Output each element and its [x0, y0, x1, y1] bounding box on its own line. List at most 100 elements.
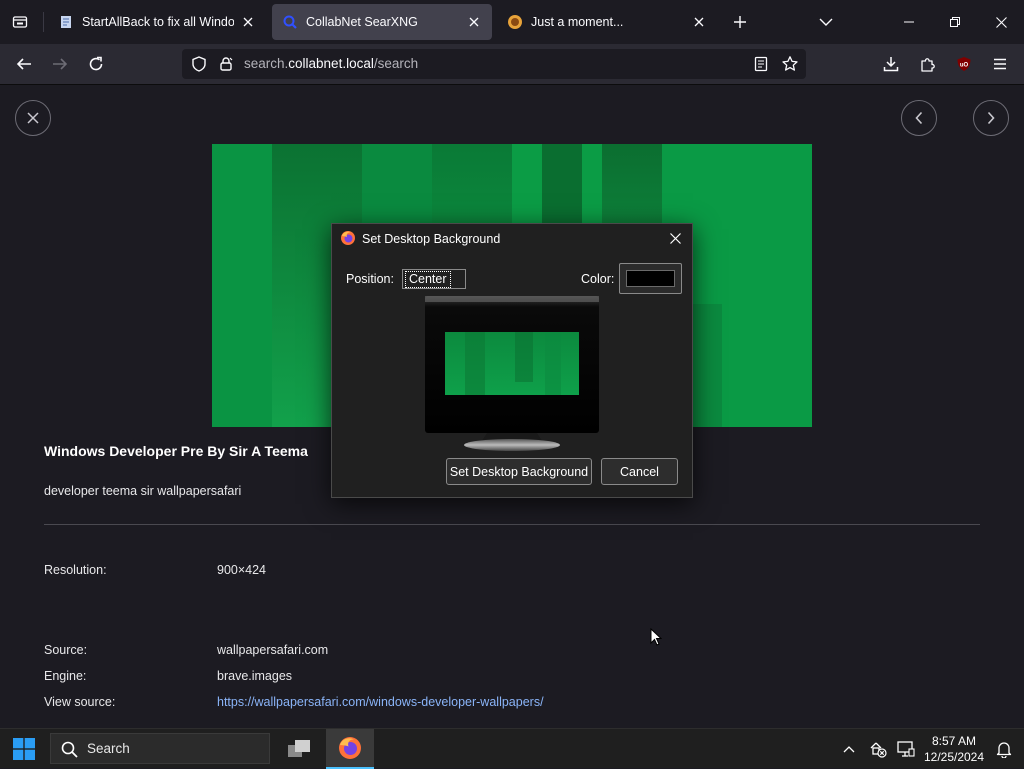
- url-path: /search: [373, 56, 419, 71]
- hamburger-menu-icon: [994, 58, 1006, 70]
- lock-icon[interactable]: [218, 56, 234, 72]
- task-view-icon: [288, 740, 310, 757]
- dialog-close-button[interactable]: [666, 229, 684, 247]
- tab-collabnet-searxng[interactable]: CollabNet SearXNG: [272, 4, 492, 40]
- restore-icon: [950, 17, 960, 27]
- chevron-down-icon: [819, 18, 833, 26]
- set-desktop-background-button[interactable]: Set Desktop Background: [446, 458, 592, 485]
- tab-title: StartAllBack to fix all Windows: [82, 15, 234, 29]
- forward-arrow-icon: [53, 58, 68, 70]
- reload-button[interactable]: [81, 50, 111, 78]
- ublock-origin-button[interactable]: uO: [949, 50, 979, 78]
- bookmark-star-icon[interactable]: [781, 55, 799, 73]
- set-desktop-background-dialog: Set Desktop Background Position: Center …: [331, 223, 693, 498]
- minimize-button[interactable]: [886, 0, 932, 44]
- close-icon: [669, 232, 681, 244]
- back-arrow-icon: [16, 58, 31, 70]
- engine-label: Engine:: [44, 669, 87, 683]
- url-text[interactable]: search.collabnet.local/search: [244, 56, 418, 71]
- document-icon: [58, 14, 74, 30]
- start-button[interactable]: [4, 729, 44, 769]
- cancel-button[interactable]: Cancel: [601, 458, 678, 485]
- close-window-button[interactable]: [978, 0, 1024, 44]
- search-icon: [61, 741, 78, 758]
- resolution-value: 900×424: [217, 563, 267, 577]
- chevron-right-icon: [987, 111, 995, 125]
- clock-time: 8:57 AM: [931, 734, 977, 748]
- url-bar[interactable]: search.collabnet.local/search: [182, 49, 806, 79]
- searxng-icon: [282, 14, 298, 30]
- firefox-icon: [341, 231, 355, 245]
- previous-image-button[interactable]: [901, 100, 937, 136]
- next-image-button[interactable]: [973, 100, 1009, 136]
- engine-value: brave.images: [217, 669, 293, 683]
- show-hidden-icons-button[interactable]: [838, 729, 860, 769]
- network-tray-button[interactable]: [866, 729, 890, 769]
- downloads-button[interactable]: [876, 50, 906, 78]
- clock-date: 12/25/2024: [923, 750, 985, 764]
- url-host: collabnet.local: [288, 56, 374, 71]
- tab-title: Just a moment...: [531, 15, 624, 29]
- firefox-view-button[interactable]: [8, 10, 32, 34]
- tab-strip: StartAllBack to fix all Windows CollabNe…: [0, 0, 1024, 44]
- back-button[interactable]: [9, 50, 39, 78]
- taskbar-search-box[interactable]: Search: [50, 733, 270, 764]
- minimize-icon: [904, 21, 914, 23]
- resolution-label: Resolution:: [44, 563, 107, 577]
- puzzle-icon: [921, 58, 935, 72]
- divider: [44, 524, 980, 525]
- monitor-preview: [425, 296, 599, 456]
- ublock-origin-icon: uO: [957, 57, 971, 71]
- tracking-protection-icon[interactable]: [191, 56, 207, 72]
- image-title: Windows Developer Pre By Sir A Teema: [44, 443, 308, 459]
- position-select[interactable]: Center: [402, 269, 466, 289]
- view-source-link[interactable]: https://wallpapersafari.com/windows-deve…: [217, 695, 544, 709]
- dialog-title: Set Desktop Background: [362, 232, 501, 246]
- monitor-icon: [897, 741, 915, 757]
- chevron-left-icon: [915, 111, 923, 125]
- list-all-tabs-button[interactable]: [814, 10, 838, 34]
- tab-just-a-moment[interactable]: Just a moment...: [497, 4, 717, 40]
- taskbar-firefox-button[interactable]: [326, 729, 374, 769]
- bell-icon: [996, 742, 1012, 758]
- new-tab-button[interactable]: [728, 10, 752, 34]
- url-prefix: search.: [244, 56, 289, 71]
- navigation-toolbar: search.collabnet.local/search uO: [0, 44, 1024, 85]
- close-tab-icon[interactable]: [466, 14, 482, 30]
- firefox-view-icon: [12, 16, 28, 28]
- taskbar-clock[interactable]: 8:57 AM 12/25/2024: [916, 733, 992, 765]
- task-view-button[interactable]: [280, 729, 318, 769]
- image-description: developer teema sir wallpapersafari: [44, 484, 242, 498]
- download-icon: [883, 57, 899, 72]
- tab-title: CollabNet SearXNG: [306, 15, 418, 29]
- app-menu-button[interactable]: [985, 50, 1015, 78]
- plus-icon: [734, 16, 746, 28]
- cloudflare-icon: [507, 14, 523, 30]
- close-image-viewer-button[interactable]: [15, 100, 51, 136]
- mouse-cursor-icon: [650, 628, 662, 646]
- display-tray-button[interactable]: [894, 729, 918, 769]
- network-disconnected-icon: [870, 742, 887, 758]
- reader-view-icon[interactable]: [753, 56, 769, 72]
- notifications-button[interactable]: [992, 729, 1016, 769]
- svg-text:uO: uO: [960, 63, 969, 69]
- source-value: wallpapersafari.com: [217, 643, 329, 657]
- tab-separator: [43, 12, 44, 32]
- reload-icon: [89, 56, 103, 71]
- forward-button[interactable]: [45, 50, 75, 78]
- tab-startallback[interactable]: StartAllBack to fix all Windows: [48, 4, 266, 40]
- close-icon: [27, 112, 39, 124]
- chevron-up-icon: [843, 746, 855, 753]
- extensions-button[interactable]: [913, 50, 943, 78]
- source-label: Source:: [44, 643, 88, 657]
- close-tab-icon[interactable]: [240, 14, 256, 30]
- firefox-icon: [339, 737, 361, 759]
- color-label: Color:: [581, 272, 615, 286]
- close-icon: [995, 16, 1007, 28]
- position-selected-value: Center: [405, 271, 451, 288]
- restore-button[interactable]: [932, 0, 978, 44]
- close-tab-icon[interactable]: [691, 14, 707, 30]
- color-picker-button[interactable]: [619, 263, 682, 294]
- view-source-label: View source:: [44, 695, 116, 709]
- taskbar: Search 8:57 AM 12/25/2024: [0, 728, 1024, 769]
